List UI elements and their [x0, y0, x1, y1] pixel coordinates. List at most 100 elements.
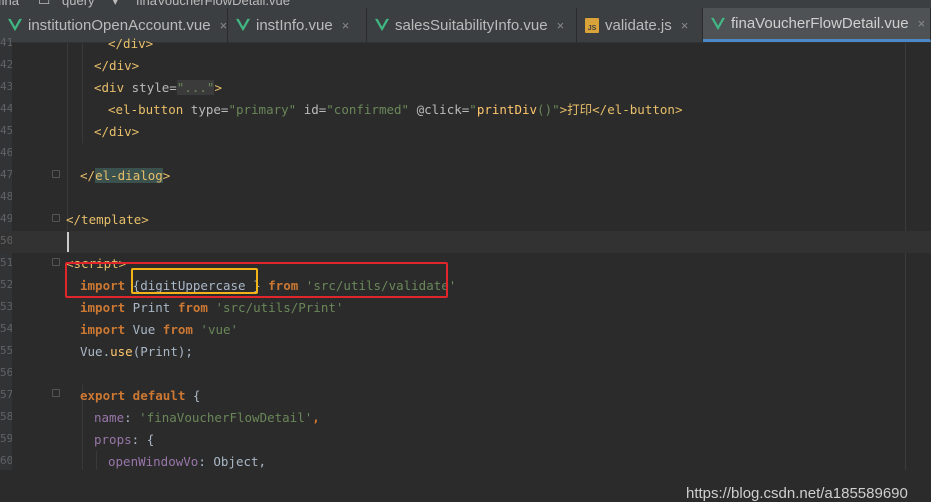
breadcrumb-item[interactable]: fina [0, 0, 19, 8]
line-number: 56 [0, 366, 12, 379]
code-token: </div> [94, 124, 140, 139]
text-caret [67, 232, 69, 252]
code-token: from [177, 300, 208, 315]
code-token: </div> [94, 58, 140, 73]
close-icon[interactable]: × [342, 18, 350, 33]
code-token: Vue. [80, 344, 111, 359]
code-line: 54 import Vue from 'vue' [0, 319, 931, 341]
code-line: 46 [0, 143, 931, 165]
code-token: : Object, [198, 454, 267, 469]
code-token: : [124, 410, 140, 425]
code-line: 42 </div> [0, 55, 931, 77]
code-token: 'src/utils/Print' [207, 300, 344, 315]
code-token: > [162, 168, 171, 183]
vue-icon [711, 17, 725, 30]
close-icon[interactable]: × [681, 18, 689, 33]
folded-text[interactable]: "..." [176, 80, 215, 95]
code-token: , [312, 410, 320, 425]
code-line: 47 </el-dialog> [0, 165, 931, 187]
line-number: 45 [0, 124, 12, 137]
code-token: ()" [537, 102, 560, 117]
code-token: " [469, 102, 477, 117]
line-number: 42 [0, 58, 12, 71]
vue-icon [8, 18, 22, 32]
line-number: 57 [0, 388, 12, 401]
line-number: 41 [0, 36, 12, 49]
code-token: "confirmed" [326, 102, 410, 117]
code-token: >打印</ [559, 102, 608, 117]
code-token: 'finaVoucherFlowDetail' [139, 410, 313, 425]
code-token: @click= [409, 102, 470, 117]
code-token: : { [131, 432, 155, 447]
code-token: Vue [125, 322, 163, 337]
code-token: <el-button [108, 102, 191, 117]
line-number: 53 [0, 300, 12, 313]
code-editor[interactable]: 41 </div> 42 </div> 43 <div style="...">… [0, 36, 931, 502]
line-number: 58 [0, 410, 12, 423]
code-line: 45 </div> [0, 121, 931, 143]
code-token: "primary" [228, 102, 297, 117]
code-token: id= [296, 102, 327, 117]
vue-file-icon: ▾ [112, 0, 119, 8]
code-line: 55 Vue.use(Print); [0, 341, 931, 363]
vue-icon [236, 18, 250, 32]
code-token: type= [190, 102, 229, 117]
code-token: Print [125, 300, 178, 315]
folder-icon: ▭ [38, 0, 51, 8]
code-line: 56 [0, 363, 931, 385]
code-line: 58 name: 'finaVoucherFlowDetail', [0, 407, 931, 429]
code-token: printDiv [476, 102, 538, 117]
line-number: 46 [0, 146, 12, 159]
code-line: 48 [0, 187, 931, 209]
code-token: </ [80, 168, 96, 183]
code-line: 59 props: { [0, 429, 931, 451]
code-token: el-button [607, 102, 675, 117]
code-token: { [185, 388, 201, 403]
code-token: > [214, 80, 222, 95]
breadcrumb-item[interactable]: finaVoucherFlowDetail.vue [136, 0, 290, 8]
current-code-line: 50 [0, 231, 931, 253]
code-token: openWindowVo [108, 454, 199, 469]
code-token: import [80, 300, 126, 315]
code-line: 57 export default { [0, 385, 931, 407]
code-token: from [162, 322, 193, 337]
line-number: 47 [0, 168, 12, 181]
code-line: 49 </template> [0, 209, 931, 231]
line-number: 52 [0, 278, 12, 291]
code-token: (Print); [132, 344, 193, 359]
line-number: 50 [0, 234, 12, 247]
tab-label: validate.js [605, 16, 672, 34]
vue-icon [375, 18, 389, 32]
line-number: 51 [0, 256, 12, 269]
code-line: 43 <div style="..."> [0, 77, 931, 99]
line-number: 59 [0, 432, 12, 445]
breadcrumb: fina ▭ query ▾ finaVoucherFlowDetail.vue [0, 0, 931, 8]
watermark: https://blog.csdn.net/a185589690 [686, 485, 908, 502]
line-number: 44 [0, 102, 12, 115]
tab-label: instInfo.vue [256, 16, 333, 34]
digit-uppercase-highlight-box [131, 268, 258, 294]
tab-label: institutionOpenAccount.vue [28, 16, 211, 34]
close-icon[interactable]: × [918, 16, 926, 31]
code-line: 53 import Print from 'src/utils/Print' [0, 297, 931, 319]
code-line: 41 </div> [0, 33, 931, 55]
line-number: 55 [0, 344, 12, 357]
close-icon[interactable]: × [557, 18, 565, 33]
breadcrumb-item[interactable]: query [62, 0, 95, 8]
line-number: 48 [0, 190, 12, 203]
code-token: name [94, 410, 125, 425]
tab-label: finaVoucherFlowDetail.vue [731, 15, 909, 32]
close-icon[interactable]: × [220, 18, 228, 33]
js-icon: JS [585, 17, 599, 33]
code-token: export default [80, 388, 186, 403]
line-number: 60 [0, 454, 12, 467]
tab-label: salesSuitabilityInfo.vue [395, 16, 548, 34]
code-token: props [94, 432, 132, 447]
code-token: import [80, 322, 126, 337]
code-token: use [110, 344, 133, 359]
code-token: </template> [66, 212, 149, 227]
line-number: 49 [0, 212, 12, 225]
code-token: 'vue' [192, 322, 239, 337]
code-token: style= [131, 80, 177, 95]
line-number: 54 [0, 322, 12, 335]
